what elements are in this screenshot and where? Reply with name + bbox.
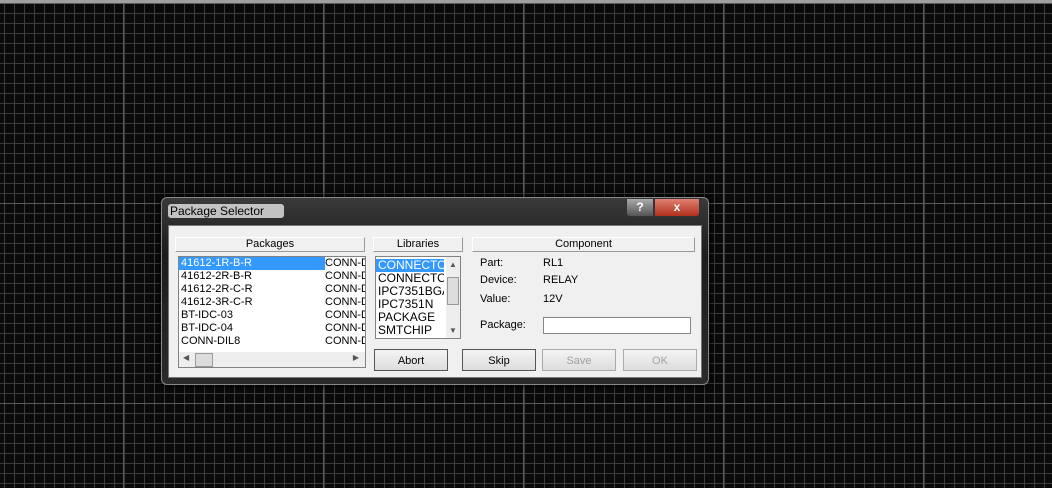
scroll-thumb[interactable] [447, 277, 459, 305]
device-value: RELAY [543, 274, 579, 286]
skip-button[interactable]: Skip [462, 349, 536, 371]
package-name: 41612-2R-C-R [181, 283, 253, 295]
value-value: 12V [543, 293, 563, 305]
packages-list[interactable]: 41612-1R-B-R CONN-D 41612-2R-B-R CONN-D 4161… [178, 256, 366, 368]
package-name: 41612-3R-C-R [181, 296, 253, 308]
package-row[interactable]: BT-IDC-04 CONN-D [179, 322, 365, 335]
package-row[interactable]: 41612-3R-C-R CONN-D [179, 296, 365, 309]
package-label: Package: [480, 319, 526, 331]
dialog-title: Package Selector [168, 204, 285, 218]
package-library: CONN-D [325, 335, 366, 347]
packages-header: Packages [175, 237, 365, 252]
package-library: CONN-D [325, 257, 365, 270]
package-row[interactable]: CONN-DIL8 CONN-D [179, 335, 365, 348]
package-library: CONN-D [325, 309, 366, 321]
part-value: RL1 [543, 257, 564, 269]
part-label: Part: [480, 257, 504, 269]
library-item[interactable]: PACKAGE [376, 311, 444, 324]
scroll-right-arrow-icon[interactable]: ▶ [353, 353, 359, 362]
value-label: Value: [480, 293, 511, 305]
library-item[interactable]: SMTCHIP [376, 324, 444, 337]
package-name: CONN-DIL8 [181, 335, 241, 347]
scroll-thumb[interactable] [195, 353, 213, 367]
scroll-up-arrow-icon[interactable]: ▲ [449, 260, 457, 269]
package-input[interactable] [543, 317, 691, 334]
package-row[interactable]: BT-IDC-03 CONN-D [179, 309, 365, 322]
package-library: CONN-D [325, 283, 366, 295]
package-name: BT-IDC-03 [181, 309, 233, 321]
library-item[interactable]: CONNECTOI [376, 272, 444, 285]
package-library: CONN-D [325, 296, 366, 308]
scroll-down-arrow-icon[interactable]: ▼ [449, 326, 457, 335]
package-name: 41612-1R-B-R [181, 257, 252, 269]
help-button[interactable]: ? [626, 198, 654, 217]
ok-button[interactable]: OK [623, 349, 697, 371]
package-name: BT-IDC-04 [181, 322, 233, 334]
close-button[interactable]: x [654, 198, 700, 217]
libraries-vertical-scrollbar[interactable]: ▲ ▼ [446, 257, 460, 338]
package-row[interactable]: 41612-2R-C-R CONN-D [179, 283, 365, 296]
package-row[interactable]: 41612-2R-B-R CONN-D [179, 270, 365, 283]
libraries-list[interactable]: CONNECTOI CONNECTOI IPC7351BGA IPC7351N PACK… [375, 256, 461, 339]
package-library: CONN-D [325, 322, 366, 334]
component-header: Component [472, 237, 695, 252]
device-label: Device: [480, 274, 517, 286]
library-item[interactable]: CONNECTOI [376, 259, 444, 272]
abort-button[interactable]: Abort [374, 349, 448, 371]
dialog-body: Packages Libraries Component 41612-1R-B-… [168, 225, 702, 378]
library-item[interactable]: IPC7351N [376, 298, 444, 311]
libraries-header: Libraries [373, 237, 463, 252]
package-row[interactable]: 41612-1R-B-R CONN-D [179, 257, 365, 270]
save-button[interactable]: Save [542, 349, 616, 371]
library-item[interactable]: IPC7351BGA [376, 285, 444, 298]
package-library: CONN-D [325, 270, 366, 282]
packages-horizontal-scrollbar[interactable]: ◀ ▶ [179, 352, 365, 367]
scroll-left-arrow-icon[interactable]: ◀ [183, 353, 189, 362]
package-selector-dialog: Package Selector ? x Packages Libraries … [161, 197, 709, 385]
package-name: 41612-2R-B-R [181, 270, 252, 282]
